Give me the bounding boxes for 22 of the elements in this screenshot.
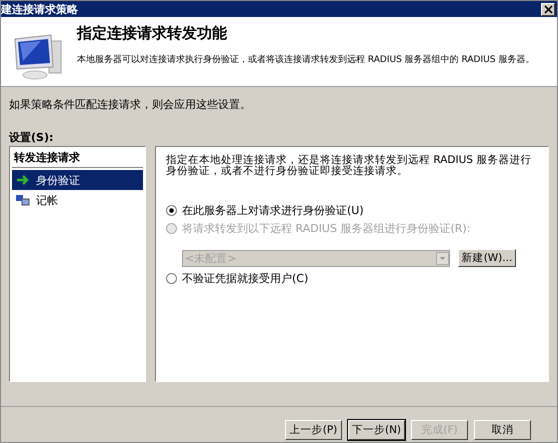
computers-icon	[16, 194, 30, 206]
radio-label: 将请求转发到以下远程 RADIUS 服务器组进行身份验证(R):	[182, 220, 470, 236]
panel-description: 指定在本地处理连接请求，还是将连接请求转发到远程 RADIUS 服务器进行身份验证，或者不进行身份验证即接受连接请求。	[166, 155, 532, 177]
settings-label: 设置(S):	[9, 130, 54, 145]
radio-button[interactable]	[166, 204, 177, 216]
group-heading: 转发连接请求	[12, 149, 143, 168]
sidebar-item[interactable]: 身份验证	[12, 170, 143, 190]
close-icon	[544, 4, 552, 14]
dropdown-icon	[436, 252, 449, 264]
page-description: 本地服务器可以对连接请求执行身份验证，或者将该连接请求转发到远程 RADIUS 服务器组中的 RADIUS 服务器。	[77, 54, 534, 66]
radio-button[interactable]	[166, 272, 177, 284]
new-button[interactable]: 新建(W)...	[458, 249, 516, 267]
wizard-button[interactable]: 上一步(P)	[285, 420, 342, 440]
info-text: 如果策略条件匹配连接请求，则会应用这些设置。	[9, 97, 252, 112]
arrow-icon	[16, 174, 30, 186]
close-button[interactable]	[541, 2, 555, 16]
sidebar-item[interactable]: 记帐	[12, 190, 143, 210]
radio-label: 不验证凭据就接受用户(C)	[182, 270, 308, 286]
wizard-button[interactable]: 取消	[474, 420, 531, 440]
page-heading: 指定连接请求转发功能	[77, 24, 228, 43]
radio-label: 在此服务器上对请求进行身份验证(U)	[182, 202, 364, 218]
wizard-button[interactable]: 下一步(N)	[348, 420, 405, 440]
